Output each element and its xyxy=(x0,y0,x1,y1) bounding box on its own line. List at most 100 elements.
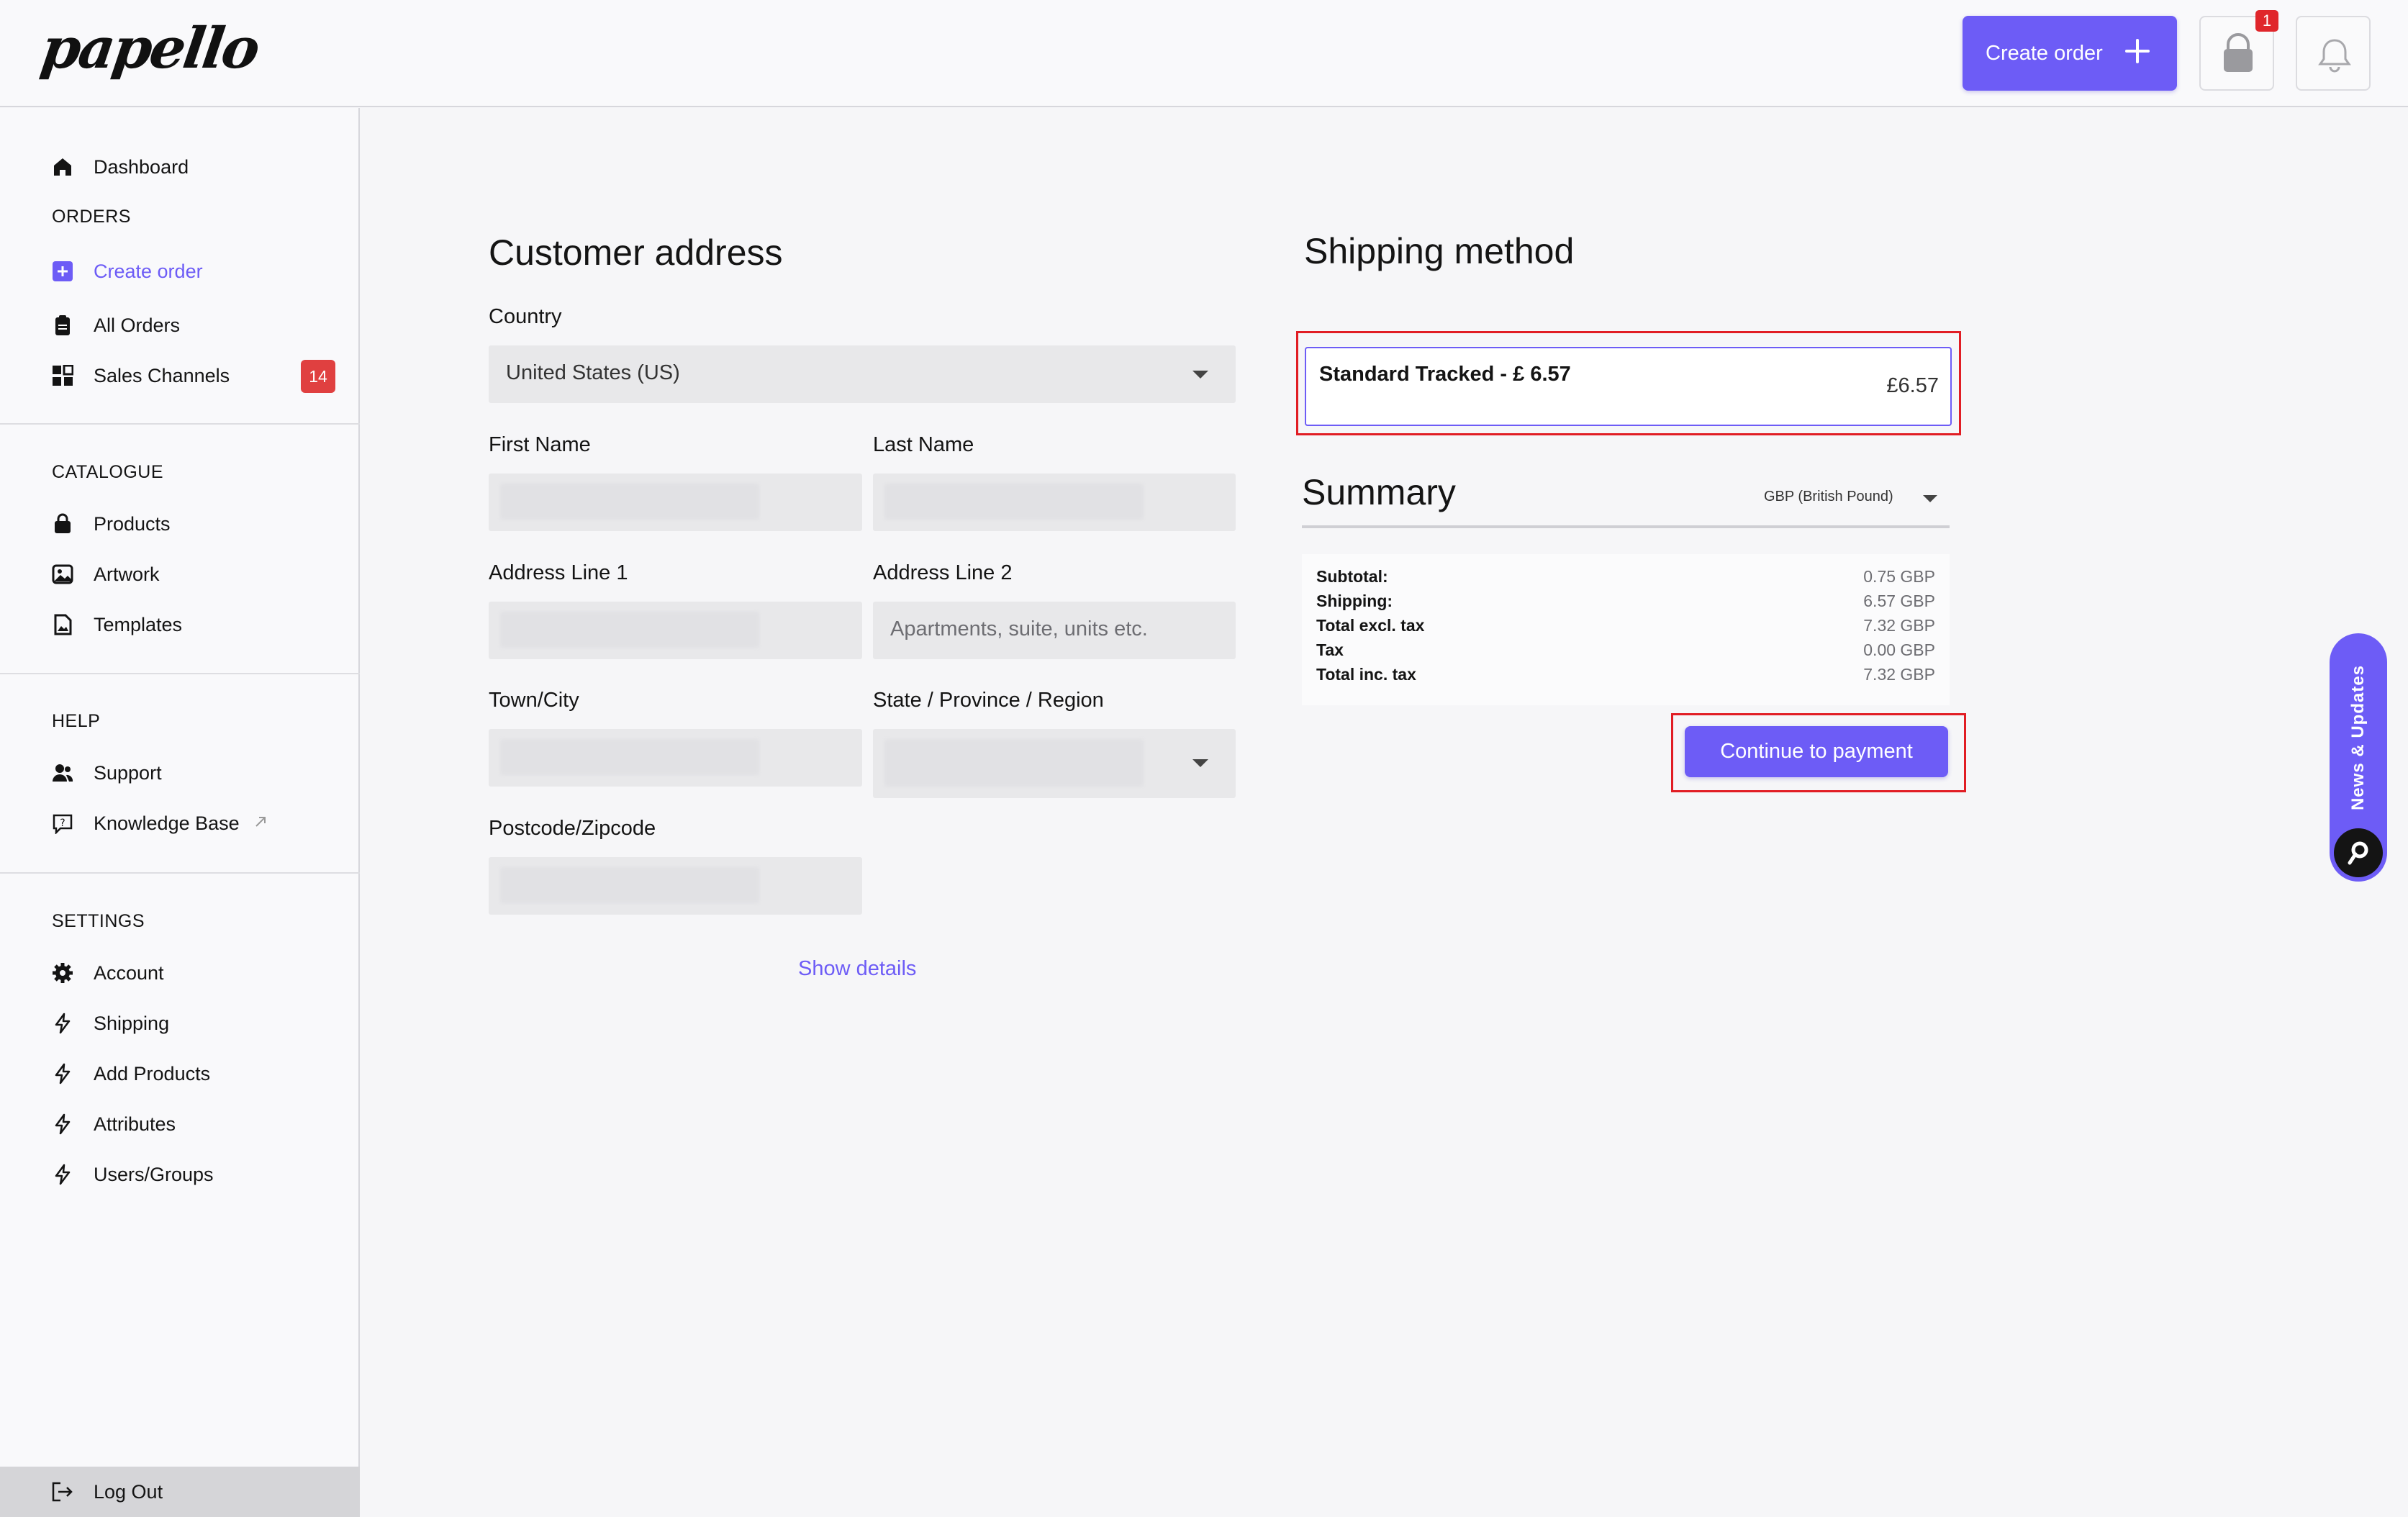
continue-to-payment-button[interactable]: Continue to payment xyxy=(1685,726,1948,777)
summary-key: Total excl. tax xyxy=(1316,616,1425,635)
postcode-label: Postcode/Zipcode xyxy=(489,817,656,840)
state-label: State / Province / Region xyxy=(873,689,1104,712)
show-details-link[interactable]: Show details xyxy=(798,957,916,981)
sidebar-item-support[interactable]: Support xyxy=(50,758,162,787)
currency-select[interactable]: GBP (British Pound) xyxy=(1764,489,1937,505)
sidebar-item-templates[interactable]: Templates xyxy=(50,610,182,639)
address-line-2-placeholder: Apartments, suite, units etc. xyxy=(890,617,1148,640)
town-field[interactable] xyxy=(489,729,862,787)
currency-value: GBP (British Pound) xyxy=(1764,489,1893,504)
summary-value: 7.32 GBP xyxy=(1863,665,1935,684)
first-name-field[interactable] xyxy=(489,474,862,531)
notifications-button[interactable] xyxy=(2296,16,2371,91)
sidebar-item-label: Dashboard xyxy=(94,155,189,178)
summary-totals: Subtotal: 0.75 GBP Shipping: 6.57 GBP To… xyxy=(1302,554,1950,705)
summary-title: Summary xyxy=(1302,472,1456,512)
news-updates-tab[interactable]: News & Updates xyxy=(2330,633,2387,882)
summary-key: Subtotal: xyxy=(1316,567,1388,586)
summary-value: 0.00 GBP xyxy=(1863,640,1935,659)
country-select[interactable]: United States (US) xyxy=(489,345,1236,403)
summary-key: Total inc. tax xyxy=(1316,665,1416,684)
shopping-bag-icon xyxy=(50,512,75,536)
sidebar-item-sales-channels[interactable]: Sales Channels xyxy=(50,361,230,390)
address-line-2-label: Address Line 2 xyxy=(873,561,1013,584)
create-order-label: Create order xyxy=(1986,41,2103,65)
grid-icon xyxy=(50,363,75,388)
summary-value: 7.32 GBP xyxy=(1863,616,1935,635)
plus-square-icon xyxy=(50,259,75,284)
country-value: United States (US) xyxy=(506,361,680,384)
summary-divider xyxy=(1302,525,1950,528)
redacted-value xyxy=(500,484,759,520)
sidebar-item-artwork[interactable]: Artwork xyxy=(50,560,160,589)
summary-key: Shipping: xyxy=(1316,592,1393,610)
address-line-1-field[interactable] xyxy=(489,602,862,659)
sidebar-item-label: All Orders xyxy=(94,314,181,336)
state-select[interactable] xyxy=(873,729,1236,798)
shipping-option-price: £6.57 xyxy=(1886,374,1939,397)
summary-key: Tax xyxy=(1316,640,1344,659)
document-icon xyxy=(50,612,75,637)
redacted-value xyxy=(500,612,759,648)
summary-value: 0.75 GBP xyxy=(1863,567,1935,586)
lightning-icon xyxy=(50,1061,75,1086)
clipboard-icon xyxy=(50,313,75,338)
sidebar-item-products[interactable]: Products xyxy=(50,510,171,538)
image-icon xyxy=(50,562,75,587)
sidebar-item-label: Attributes xyxy=(94,1113,176,1135)
sidebar-item-label: Knowledge Base xyxy=(94,812,240,834)
section-title-orders: ORDERS xyxy=(52,207,131,227)
sidebar-item-create-order[interactable]: Create order xyxy=(50,257,203,286)
sidebar-item-dashboard[interactable]: Dashboard xyxy=(50,153,189,181)
cart-count-badge: 1 xyxy=(2255,10,2278,32)
summary-row-total-inc-tax: Total inc. tax 7.32 GBP xyxy=(1316,665,1935,689)
sidebar-item-account[interactable]: Account xyxy=(50,959,164,987)
papello-p-icon xyxy=(2334,828,2383,877)
sidebar: Dashboard ORDERS Create order All Orders… xyxy=(0,108,360,1517)
log-out-button[interactable]: Log Out xyxy=(0,1467,360,1517)
bell-icon xyxy=(2318,39,2351,73)
summary-row-tax: Tax 0.00 GBP xyxy=(1316,640,1935,665)
sidebar-item-label: Add Products xyxy=(94,1062,211,1084)
papello-logo[interactable]: papello xyxy=(37,16,262,81)
sidebar-item-attributes[interactable]: Attributes xyxy=(50,1110,176,1138)
sidebar-item-shipping[interactable]: Shipping xyxy=(50,1009,169,1038)
last-name-field[interactable] xyxy=(873,474,1236,531)
top-header: papello Create order 1 xyxy=(0,0,2408,107)
sidebar-divider xyxy=(0,872,360,874)
sidebar-item-label: Users/Groups xyxy=(94,1163,214,1185)
postcode-field[interactable] xyxy=(489,857,862,915)
sidebar-divider xyxy=(0,423,360,425)
shipping-option-name: Standard Tracked - £ 6.57 xyxy=(1319,363,1571,386)
svg-text:?: ? xyxy=(60,818,65,829)
redacted-value xyxy=(500,739,759,775)
help-bubble-icon: ? xyxy=(50,811,75,836)
address-line-2-field[interactable]: Apartments, suite, units etc. xyxy=(873,602,1236,659)
sidebar-item-all-orders[interactable]: All Orders xyxy=(50,311,180,340)
sidebar-item-users-groups[interactable]: Users/Groups xyxy=(50,1160,214,1189)
customer-address-title: Customer address xyxy=(489,232,783,273)
first-name-label: First Name xyxy=(489,433,591,456)
chevron-down-icon xyxy=(1192,371,1208,379)
create-order-button[interactable]: Create order xyxy=(1963,16,2177,91)
sidebar-item-label: Shipping xyxy=(94,1012,170,1034)
section-title-help: HELP xyxy=(52,711,101,731)
sidebar-item-add-products[interactable]: Add Products xyxy=(50,1059,210,1088)
news-updates-label: News & Updates xyxy=(2348,664,2368,811)
redacted-value xyxy=(884,739,1144,787)
summary-value: 6.57 GBP xyxy=(1863,592,1935,610)
sidebar-item-label: Support xyxy=(94,761,162,784)
country-label: Country xyxy=(489,305,562,328)
last-name-label: Last Name xyxy=(873,433,974,456)
section-title-settings: SETTINGS xyxy=(52,911,145,931)
sales-channels-count-badge: 14 xyxy=(301,360,335,393)
summary-row-subtotal: Subtotal: 0.75 GBP xyxy=(1316,567,1935,592)
gear-icon xyxy=(50,961,75,985)
town-label: Town/City xyxy=(489,689,579,712)
users-icon xyxy=(50,761,75,785)
shipping-option-standard-tracked[interactable]: Standard Tracked - £ 6.57 £6.57 xyxy=(1305,347,1952,426)
sidebar-item-label: Sales Channels xyxy=(94,364,230,386)
log-out-icon xyxy=(50,1481,75,1503)
sidebar-item-knowledge-base[interactable]: ? Knowledge Base xyxy=(50,809,268,838)
sidebar-item-label: Create order xyxy=(94,260,203,282)
